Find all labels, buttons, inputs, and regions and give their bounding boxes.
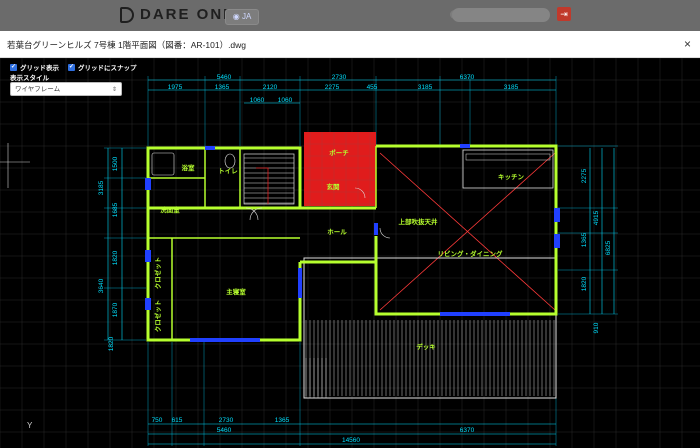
dim-left-6: 1870: [112, 302, 119, 317]
dim-top2-2: 1365: [215, 84, 230, 91]
grid-snap-label: グリッドにスナップ: [78, 65, 137, 72]
room-hall: ホール: [327, 228, 347, 236]
axis-y-label: Y: [27, 421, 33, 430]
dim-bottom-3: 2730: [219, 417, 234, 424]
room-deck: デッキ: [416, 342, 436, 351]
dim-total: 14560: [342, 437, 360, 444]
kitchen-counter: [462, 149, 554, 189]
dim-left-2: 3185: [98, 180, 105, 195]
porch-fill: [304, 132, 376, 206]
globe-icon: ◉: [232, 12, 240, 21]
dim-top2-5: 455: [367, 84, 378, 91]
room-bedroom: 主寝室: [226, 287, 246, 296]
display-style-select[interactable]: ワイヤフレーム ⇕: [10, 82, 122, 96]
room-living: リビング・ダイニング: [438, 249, 504, 258]
dim-top2-6: 3185: [418, 84, 433, 91]
document-title: 若葉台グリーンヒルズ 7号棟 1階平面図（図番：AR-101）.dwg: [7, 40, 247, 50]
exit-icon[interactable]: ⇥: [557, 7, 571, 21]
dimension-labels: 5460 2730 6370 1975 1365 2120 2275 455 3…: [98, 74, 612, 444]
close-icon[interactable]: ×: [684, 37, 691, 51]
top-bar: DARE ONE ◉ JA ⇥: [0, 0, 700, 31]
dim-right-1: 2275: [581, 168, 588, 183]
logo-text: DARE ONE: [140, 6, 236, 23]
axis-indicator: [0, 143, 30, 188]
dim-bottom2-1: 5460: [217, 427, 232, 434]
dim-top-2: 2730: [332, 74, 347, 81]
dim-right-4: 1820: [581, 276, 588, 291]
stair-arrow: [256, 167, 269, 204]
room-atrium: 上部吹抜天井: [399, 217, 439, 226]
dim-top2-1: 1975: [168, 84, 183, 91]
user-name-blurred[interactable]: [452, 8, 550, 22]
dim-bottom-4: 1365: [275, 417, 290, 424]
app-logo[interactable]: DARE ONE: [120, 6, 235, 23]
checkbox-checked-icon[interactable]: ✓: [68, 63, 75, 71]
room-toilet: トイレ: [218, 167, 238, 175]
dim-left-7: 1820: [108, 336, 115, 351]
room-bath: 浴室: [182, 163, 196, 172]
toilet-fixture: [224, 153, 236, 169]
dim-right-6: 910: [593, 322, 600, 333]
document-title-bar: 若葉台グリーンヒルズ 7号棟 1階平面図（図番：AR-101）.dwg ×: [0, 31, 700, 58]
dim-left-1: 1500: [112, 156, 119, 171]
dim-left-4: 1820: [112, 250, 119, 265]
grid-display-toggle[interactable]: ✓ グリッド表示: [10, 62, 59, 72]
grid-snap-toggle[interactable]: ✓ グリッドにスナップ: [68, 62, 137, 72]
room-closet-1: クロゼット: [153, 257, 162, 290]
room-kitchen: キッチン: [498, 173, 525, 181]
deck-planks: [305, 320, 555, 398]
language-selector[interactable]: ◉ JA: [225, 9, 259, 25]
dim-right-3: 1365: [581, 232, 588, 247]
room-closet-2: クロゼット: [153, 300, 162, 333]
dim-top-1: 5460: [217, 74, 232, 81]
stair-outline: [243, 153, 295, 205]
dim-right-2: 4915: [593, 210, 600, 225]
dim-top3-1: 1060: [250, 97, 265, 104]
dim-left-3: 1685: [112, 202, 119, 217]
room-porch: ポーチ: [329, 148, 349, 157]
dim-top2-7: 3185: [504, 84, 519, 91]
dim-bottom-1: 750: [152, 417, 163, 424]
dim-right-5: 6825: [605, 240, 612, 255]
dim-left-5: 3640: [98, 278, 105, 293]
staircase: [244, 157, 294, 204]
chevron-updown-icon: ⇕: [111, 87, 117, 93]
logo-mark-icon: [120, 6, 134, 23]
dim-top2-3: 2120: [263, 84, 278, 91]
cad-viewport[interactable]: 浴室 トイレ ポーチ 玄関 キッチン 洗面室 ホール 上部吹抜天井 リビング・ダ…: [0, 58, 700, 448]
display-style-value: ワイヤフレーム: [15, 86, 61, 93]
dim-top2-4: 2275: [325, 84, 340, 91]
grid-display-label: グリッド表示: [20, 65, 59, 72]
bathtub: [151, 152, 175, 176]
dim-bottom2-2: 6370: [460, 427, 475, 434]
floor-plan-drawing[interactable]: 浴室 トイレ ポーチ 玄関 キッチン 洗面室 ホール 上部吹抜天井 リビング・ダ…: [0, 58, 700, 448]
checkbox-checked-icon[interactable]: ✓: [10, 63, 17, 71]
dim-bottom-2: 615: [172, 417, 183, 424]
room-entrance: 玄関: [327, 182, 341, 191]
dim-top-3: 6370: [460, 74, 475, 81]
display-style-label: 表示スタイル: [10, 75, 49, 82]
dim-top3-2: 1060: [278, 97, 293, 104]
kitchen-sink: [465, 153, 551, 161]
room-washroom: 洗面室: [160, 205, 180, 214]
